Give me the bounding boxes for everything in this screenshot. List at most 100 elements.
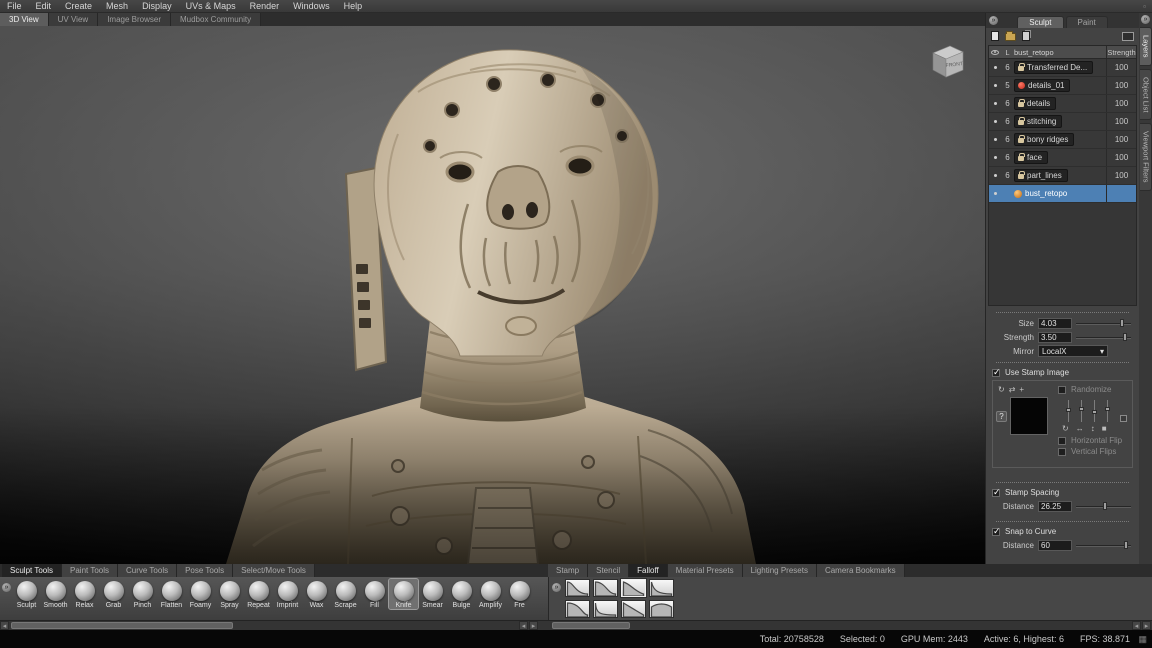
randomize-slider[interactable]	[1068, 400, 1069, 422]
duplicate-layer-icon[interactable]	[1022, 31, 1030, 41]
vertical-flip-checkbox[interactable]	[1058, 448, 1066, 456]
randomize-option-box[interactable]	[1120, 415, 1127, 422]
falloff-scroll-right-arrow[interactable]: ▸	[1142, 621, 1151, 630]
screen-icon[interactable]	[1122, 32, 1134, 41]
falloff-preset-tile[interactable]	[621, 579, 646, 597]
section-divider[interactable]	[996, 521, 1129, 522]
visibility-dot-icon[interactable]	[994, 138, 997, 141]
view-tab[interactable]: 3D View	[0, 13, 49, 26]
new-layer-icon[interactable]	[991, 31, 999, 41]
falloff-preset-tile[interactable]	[593, 579, 618, 597]
sculpt-tool-button[interactable]: Flatten	[157, 579, 186, 609]
tool-tray-tab[interactable]: Paint Tools	[62, 564, 118, 577]
hscroll-left-arrow[interactable]: ◂	[519, 621, 528, 630]
snap-curve-checkbox[interactable]	[992, 528, 1000, 536]
falloff-preset-tile[interactable]	[649, 600, 674, 618]
menu-item[interactable]: Render	[243, 0, 287, 13]
hscroll-thumb[interactable]	[11, 622, 233, 629]
section-divider[interactable]	[996, 362, 1129, 363]
layer-row[interactable]: 6 stitching 100	[989, 113, 1136, 131]
mode-tab[interactable]: Sculpt	[1017, 16, 1063, 28]
view-tab[interactable]: UV View	[49, 13, 99, 26]
section-divider[interactable]	[996, 312, 1129, 313]
vertical-arrow-icon[interactable]: ↕	[1091, 424, 1095, 433]
preset-tray-tab[interactable]: Camera Bookmarks	[817, 564, 905, 577]
sculpt-tool-button[interactable]: Amplify	[476, 579, 505, 609]
stamp-swap-icon[interactable]: ⇄	[1009, 385, 1016, 394]
size-slider[interactable]	[1076, 318, 1133, 328]
menu-item[interactable]: Mesh	[99, 0, 135, 13]
sculpt-tool-button[interactable]: Spray	[215, 579, 244, 609]
view-tab[interactable]: Image Browser	[98, 13, 171, 26]
sculpt-tool-button[interactable]: Pinch	[128, 579, 157, 609]
tray-collapse-icon[interactable]: »	[2, 583, 11, 592]
menu-item[interactable]: Help	[337, 0, 370, 13]
horizontal-arrow-icon[interactable]: ↔	[1076, 424, 1084, 433]
visibility-dot-icon[interactable]	[994, 192, 997, 195]
menu-item[interactable]: Display	[135, 0, 179, 13]
layer-row[interactable]: 6 details 100	[989, 95, 1136, 113]
horizontal-flip-checkbox[interactable]	[1058, 437, 1066, 445]
falloff-collapse-icon[interactable]: »	[552, 583, 561, 592]
strength-slider[interactable]	[1076, 332, 1133, 342]
open-folder-icon[interactable]	[1005, 33, 1016, 41]
falloff-preset-tile[interactable]	[565, 600, 590, 618]
tool-tray-tab[interactable]: Sculpt Tools	[2, 564, 62, 577]
tool-tray-tab[interactable]: Select/Move Tools	[233, 564, 315, 577]
sculpt-tool-button[interactable]: Fre	[505, 579, 534, 609]
randomize-checkbox[interactable]	[1058, 386, 1066, 394]
sculpt-tool-button[interactable]: Knife	[389, 579, 418, 609]
falloff-preset-tile[interactable]	[593, 600, 618, 618]
menu-item[interactable]: File	[0, 0, 29, 13]
layer-row[interactable]: 5 details_01 100	[989, 77, 1136, 95]
hscroll-left-arrow[interactable]: ◂	[0, 621, 9, 630]
tool-tray-tab[interactable]: Curve Tools	[118, 564, 177, 577]
tool-tray-tab[interactable]: Pose Tools	[177, 564, 233, 577]
stamp-add-icon[interactable]: +	[1019, 385, 1024, 394]
layer-row[interactable]: 6 Transferred De... 100	[989, 59, 1136, 77]
stamp-distance-input[interactable]: 26.25	[1038, 501, 1072, 512]
falloff-preset-tile[interactable]	[649, 579, 674, 597]
preset-tray-tab[interactable]: Stamp	[548, 564, 588, 577]
menu-item[interactable]: Create	[58, 0, 99, 13]
visibility-dot-icon[interactable]	[994, 120, 997, 123]
visibility-dot-icon[interactable]	[994, 156, 997, 159]
visibility-dot-icon[interactable]	[994, 66, 997, 69]
side-tab[interactable]: Object List	[1140, 69, 1152, 120]
use-stamp-checkbox[interactable]	[992, 369, 1000, 377]
preset-tray-tab[interactable]: Falloff	[629, 564, 668, 577]
side-tab[interactable]: Viewport Filters	[1140, 123, 1152, 191]
mode-tab[interactable]: Paint	[1066, 16, 1108, 28]
side-tab[interactable]: Layers	[1140, 27, 1152, 66]
section-divider[interactable]	[996, 482, 1129, 483]
preset-tray-tab[interactable]: Stencil	[588, 564, 629, 577]
layer-row[interactable]: 6 bony ridges 100	[989, 131, 1136, 149]
falloff-preset-tile[interactable]	[565, 579, 590, 597]
visibility-dot-icon[interactable]	[994, 84, 997, 87]
viewport-3d[interactable]: FRONT	[0, 26, 985, 564]
falloff-scroll-left-arrow[interactable]: ◂	[1132, 621, 1141, 630]
sculpt-model-bust[interactable]	[0, 26, 985, 564]
help-button[interactable]: ?	[996, 411, 1007, 422]
snap-distance-slider[interactable]	[1076, 540, 1133, 550]
sculpt-tool-button[interactable]: Grab	[99, 579, 128, 609]
layer-row-selected[interactable]: bust_retopo	[989, 185, 1136, 203]
stamp-spacing-checkbox[interactable]	[992, 489, 1000, 497]
menu-item[interactable]: Edit	[29, 0, 59, 13]
snap-distance-input[interactable]: 60	[1038, 540, 1072, 551]
menu-item[interactable]: UVs & Maps	[179, 0, 243, 13]
hscroll-right-arrow[interactable]: ▸	[529, 621, 538, 630]
menu-item[interactable]: Windows	[286, 0, 337, 13]
sculpt-tool-button[interactable]: Scrape	[331, 579, 360, 609]
visibility-dot-icon[interactable]	[994, 102, 997, 105]
sculpt-tool-button[interactable]: Relax	[70, 579, 99, 609]
stamp-distance-slider[interactable]	[1076, 501, 1133, 511]
stamp-refresh-icon[interactable]: ↻	[998, 385, 1005, 394]
sculpt-tool-button[interactable]: Smear	[418, 579, 447, 609]
sculpt-tool-button[interactable]: Repeat	[244, 579, 273, 609]
strength-input[interactable]: 3.50	[1038, 332, 1072, 343]
randomize-slider[interactable]	[1094, 400, 1095, 422]
falloff-scroll-thumb[interactable]	[552, 622, 630, 629]
preset-tray-tab[interactable]: Lighting Presets	[743, 564, 817, 577]
stamp-preview[interactable]	[1010, 397, 1048, 435]
